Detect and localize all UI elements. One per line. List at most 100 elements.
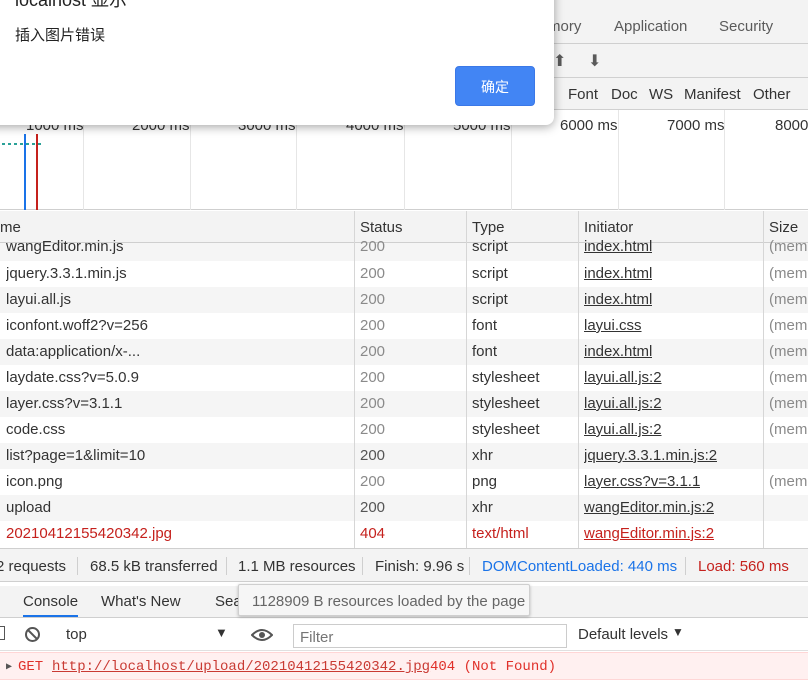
request-status: 200: [360, 317, 386, 334]
column-divider[interactable]: [578, 211, 579, 548]
column-divider[interactable]: [466, 211, 467, 548]
request-initiator-link[interactable]: index.html: [584, 238, 652, 255]
sidebar-toggle-icon[interactable]: [0, 626, 5, 640]
timeline-tick: 6000 ms: [560, 117, 618, 134]
levels-dropdown-icon[interactable]: ▼: [672, 625, 684, 639]
request-name: upload: [6, 499, 52, 516]
clear-console-icon[interactable]: [24, 626, 41, 643]
network-summary-bar: 2 requests 68.5 kB transferred 1.1 MB re…: [0, 548, 808, 582]
filter-ws[interactable]: WS: [649, 86, 673, 103]
request-initiator-link[interactable]: jquery.3.3.1.min.js:2: [584, 447, 717, 464]
table-row[interactable]: upload 200 xhr wangEditor.min.js:2: [0, 495, 808, 521]
table-row[interactable]: layer.css?v=3.1.1 200 stylesheet layui.all.…: [0, 391, 808, 417]
request-type: text/html: [472, 525, 529, 542]
request-name: wangEditor.min.js: [6, 238, 124, 255]
timeline-tick: 8000: [775, 117, 808, 134]
table-row[interactable]: list?page=1&limit=10 200 xhr jquery.3.3.1.m…: [0, 443, 808, 469]
summary-requests: 2 requests: [0, 558, 67, 575]
request-type: script: [472, 291, 508, 308]
table-row[interactable]: jquery.3.3.1.min.js 200 script index.html (m…: [0, 261, 808, 287]
tab-security[interactable]: Security: [719, 18, 773, 35]
request-type: stylesheet: [472, 369, 540, 386]
request-name: layui.all.js: [6, 291, 72, 308]
summary-dcl: DOMContentLoaded: 440 ms: [482, 558, 678, 575]
request-status: 404: [360, 525, 386, 542]
grid-line: [404, 110, 405, 210]
request-status: 200: [360, 473, 386, 490]
log-url-link[interactable]: http://localhost/upload/2021041215542034…: [52, 659, 430, 675]
request-initiator-link[interactable]: layer.css?v=3.1.1: [584, 473, 700, 490]
request-name: laydate.css?v=5.0.9: [6, 369, 140, 386]
request-initiator-link[interactable]: index.html: [584, 291, 652, 308]
request-table-body: wangEditor.min.js 200 script index.html (mem…: [0, 238, 808, 547]
request-initiator-link[interactable]: index.html: [584, 265, 652, 282]
request-initiator-link[interactable]: layui.all.js:2: [584, 369, 662, 386]
request-type: stylesheet: [472, 421, 540, 438]
divider: [685, 557, 686, 575]
table-row[interactable]: layui.all.js 200 script index.html (mem: [0, 287, 808, 313]
import-har-icon[interactable]: ⬆: [553, 51, 566, 71]
table-row[interactable]: data:application/x-... 200 font index.html (…: [0, 339, 808, 365]
divider: [226, 557, 227, 575]
column-size[interactable]: Size: [769, 219, 798, 236]
log-method: GET: [18, 659, 44, 675]
table-row[interactable]: laydate.css?v=5.0.9 200 stylesheet layui.al…: [0, 365, 808, 391]
log-levels-dropdown[interactable]: Default levels: [578, 626, 668, 643]
request-status: 200: [360, 447, 386, 464]
dcl-marker: [24, 134, 26, 210]
grid-line: [190, 110, 191, 210]
request-status: 200: [360, 291, 386, 308]
request-type: xhr: [472, 447, 493, 464]
request-name: layer.css?v=3.1.1: [6, 395, 123, 412]
request-initiator-link[interactable]: wangEditor.min.js:2: [584, 499, 714, 516]
tab-console[interactable]: Console: [23, 593, 79, 617]
table-row[interactable]: code.css 200 stylesheet layui.all.js:2 (mem: [0, 417, 808, 443]
column-initiator[interactable]: Initiator: [584, 219, 633, 236]
dialog-ok-button[interactable]: 确定: [455, 66, 535, 106]
divider: [469, 557, 470, 575]
column-type[interactable]: Type: [472, 219, 505, 236]
live-expression-eye-icon[interactable]: [251, 628, 273, 642]
expand-arrow-icon[interactable]: ▶: [6, 661, 12, 673]
filter-manifest[interactable]: Manifest: [684, 86, 741, 103]
timeline-overview[interactable]: 1000 ms 2000 ms 3000 ms 4000 ms 5000 ms …: [0, 110, 808, 210]
request-waterfall: [2, 143, 42, 145]
context-selector[interactable]: top: [66, 626, 87, 643]
export-har-icon[interactable]: ⬇: [588, 51, 601, 71]
request-type: png: [472, 473, 498, 490]
summary-transferred: 68.5 kB transferred: [90, 558, 218, 575]
tab-whats-new[interactable]: What's New: [101, 593, 181, 610]
table-row[interactable]: icon.png 200 png layer.css?v=3.1.1 (mem: [0, 469, 808, 495]
tab-application[interactable]: Application: [614, 18, 687, 35]
column-divider[interactable]: [763, 211, 764, 548]
divider: [77, 557, 78, 575]
table-row[interactable]: iconfont.woff2?v=256 200 font layui.css (mem: [0, 313, 808, 339]
request-size: (mem: [769, 317, 808, 334]
request-initiator-link[interactable]: layui.all.js:2: [584, 395, 662, 412]
column-name[interactable]: me: [0, 219, 21, 236]
column-divider[interactable]: [354, 211, 355, 548]
request-status: 200: [360, 421, 386, 438]
request-size: (mem: [769, 291, 808, 308]
table-row[interactable]: wangEditor.min.js 200 script index.html (mem: [0, 238, 808, 261]
request-status: 200: [360, 395, 386, 412]
request-size: (mem: [769, 369, 808, 386]
request-type: script: [472, 265, 508, 282]
request-type: font: [472, 343, 498, 360]
filter-other[interactable]: Other: [753, 86, 791, 103]
column-status[interactable]: Status: [360, 219, 403, 236]
request-initiator-link[interactable]: wangEditor.min.js:2: [584, 525, 714, 542]
request-type: script: [472, 238, 508, 255]
request-size: (mem: [769, 473, 808, 490]
request-initiator-link[interactable]: layui.all.js:2: [584, 421, 662, 438]
console-filter-input[interactable]: [293, 624, 567, 648]
request-initiator-link[interactable]: layui.css: [584, 317, 642, 334]
table-row-error[interactable]: 20210412155420342.jpg 404 text/html wangEdi…: [0, 521, 808, 547]
request-name: 20210412155420342.jpg: [6, 525, 173, 542]
filter-font[interactable]: Font: [568, 86, 598, 103]
request-status: 200: [360, 369, 386, 386]
request-initiator-link[interactable]: index.html: [584, 343, 652, 360]
filter-doc[interactable]: Doc: [611, 86, 638, 103]
summary-finish: Finish: 9.96 s: [375, 558, 465, 575]
context-dropdown-icon[interactable]: ▼: [215, 625, 228, 640]
